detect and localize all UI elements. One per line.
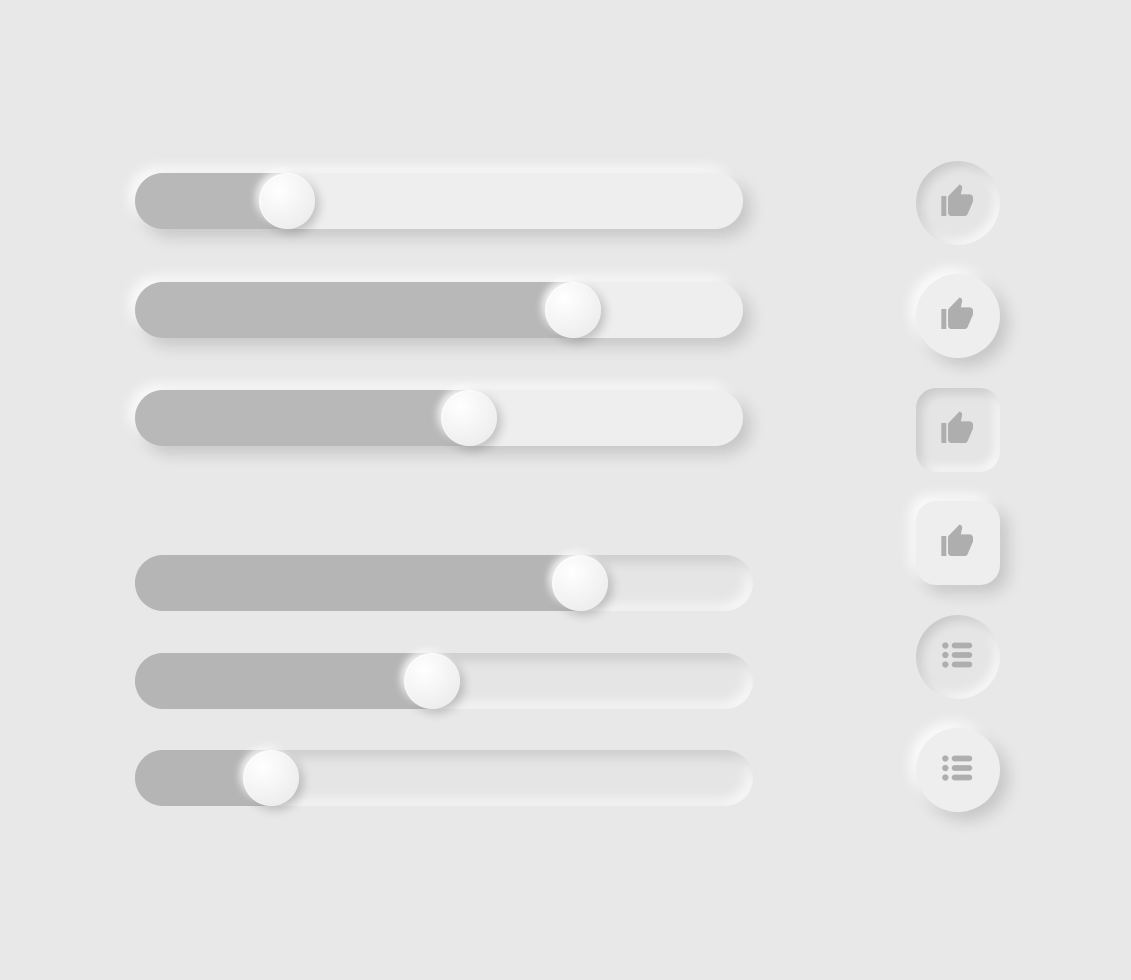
slider-6[interactable]: [135, 750, 753, 806]
slider-thumb[interactable]: [441, 390, 497, 446]
slider-thumb[interactable]: [259, 173, 315, 229]
like-button-round-inset[interactable]: [916, 161, 1000, 245]
slider-thumb[interactable]: [243, 750, 299, 806]
thumbs-up-icon: [938, 181, 978, 226]
slider-fill: [135, 653, 432, 709]
slider-thumb[interactable]: [552, 555, 608, 611]
slider-3[interactable]: [135, 390, 743, 446]
slider-thumb[interactable]: [545, 282, 601, 338]
like-button-round-raised[interactable]: [916, 274, 1000, 358]
thumbs-up-icon: [938, 294, 978, 339]
like-button-square-inset[interactable]: [916, 388, 1000, 472]
slider-fill: [135, 282, 573, 338]
thumbs-up-icon: [938, 521, 978, 566]
slider-thumb[interactable]: [404, 653, 460, 709]
slider-fill: [135, 390, 469, 446]
list-button-raised[interactable]: [916, 728, 1000, 812]
list-icon: [939, 749, 977, 792]
thumbs-up-icon: [938, 408, 978, 453]
list-button-inset[interactable]: [916, 615, 1000, 699]
slider-4[interactable]: [135, 555, 753, 611]
slider-2[interactable]: [135, 282, 743, 338]
list-icon: [939, 636, 977, 679]
slider-fill: [135, 555, 580, 611]
slider-1[interactable]: [135, 173, 743, 229]
slider-5[interactable]: [135, 653, 753, 709]
like-button-square-raised[interactable]: [916, 501, 1000, 585]
